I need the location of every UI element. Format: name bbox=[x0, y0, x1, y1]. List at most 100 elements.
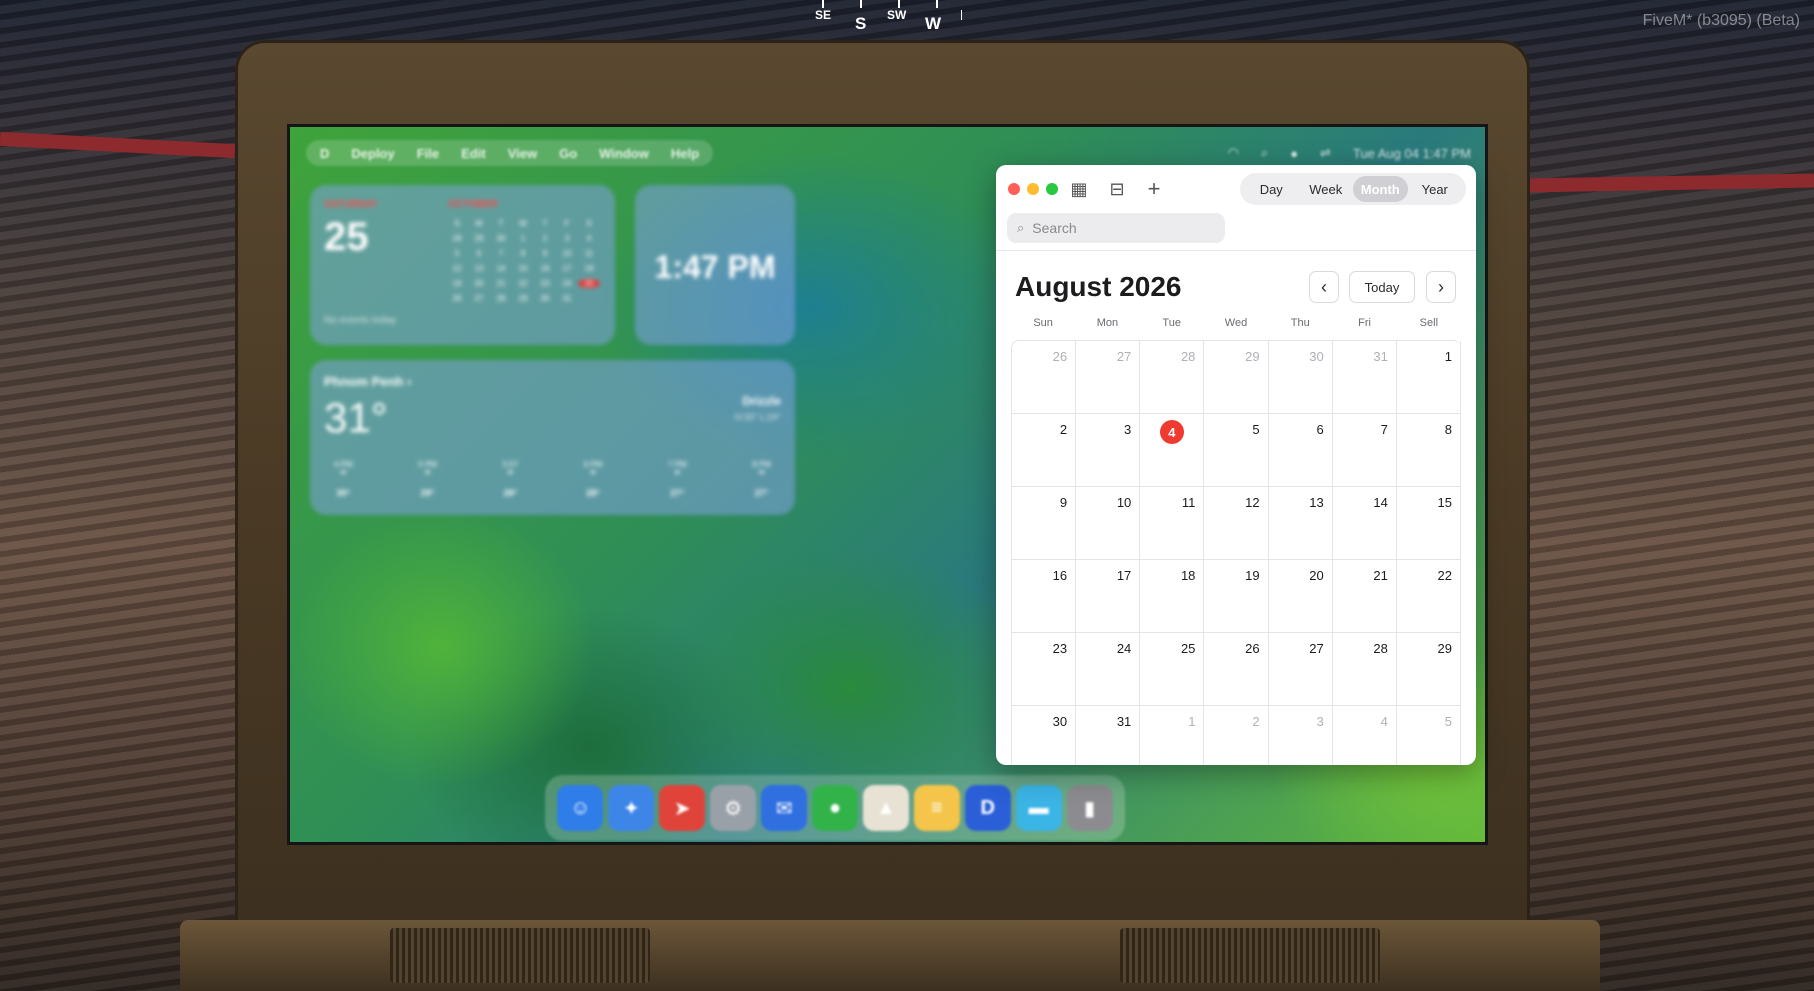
widget-day-name: SATURDAY bbox=[324, 199, 378, 210]
menu-item-view[interactable]: View bbox=[508, 146, 537, 161]
day-cell-today[interactable]: 4 bbox=[1140, 414, 1205, 487]
day-cell[interactable]: 31 bbox=[1332, 341, 1397, 414]
day-cell[interactable]: 18 bbox=[1140, 560, 1205, 633]
dock-app-finder-icon[interactable]: ☺ bbox=[557, 785, 604, 831]
wifi-icon[interactable]: ◠ bbox=[1228, 145, 1239, 161]
day-cell[interactable]: 26 bbox=[1204, 633, 1269, 706]
dock-app-deploy-icon[interactable]: D bbox=[964, 785, 1011, 831]
day-number: 22 bbox=[1437, 568, 1452, 583]
menu-bar-clock[interactable]: Tue Aug 04 1:47 PM bbox=[1353, 146, 1471, 161]
speaker-grill bbox=[1120, 928, 1380, 983]
dock-app-mail-icon[interactable]: ✉ bbox=[761, 785, 808, 831]
day-cell[interactable]: 4 bbox=[1333, 706, 1397, 765]
view-week-button[interactable]: Week bbox=[1299, 176, 1354, 202]
menu-item-edit[interactable]: Edit bbox=[461, 146, 486, 161]
dock-app-settings-icon[interactable]: ⚙ bbox=[710, 785, 757, 831]
day-cell[interactable]: 8 bbox=[1396, 414, 1461, 487]
day-cell[interactable]: 22 bbox=[1396, 560, 1461, 633]
day-cell[interactable]: 28 bbox=[1332, 633, 1397, 706]
mini-day: 21 bbox=[496, 279, 506, 288]
menu-item-deploy[interactable]: Deploy bbox=[351, 146, 394, 161]
day-cell[interactable]: 31 bbox=[1076, 706, 1141, 765]
dock-app-notes-icon[interactable]: ≡ bbox=[913, 785, 960, 831]
day-cell[interactable]: 25 bbox=[1140, 633, 1205, 706]
day-cell[interactable]: 7 bbox=[1332, 414, 1397, 487]
mini-day: 23 bbox=[540, 279, 550, 288]
day-cell[interactable]: 17 bbox=[1076, 560, 1141, 633]
dock-app-rocket-icon[interactable]: ➤ bbox=[659, 785, 706, 831]
day-cell[interactable]: 2 bbox=[1204, 706, 1269, 765]
day-cell[interactable]: 16 bbox=[1012, 560, 1077, 633]
day-cell[interactable]: 9 bbox=[1012, 487, 1077, 560]
day-cell[interactable]: 30 bbox=[1012, 706, 1077, 765]
mini-day: 7 bbox=[498, 249, 504, 258]
menu-item-file[interactable]: File bbox=[417, 146, 439, 161]
weekday-label: Sell bbox=[1419, 317, 1439, 329]
weather-hour-temp: 28° bbox=[503, 488, 518, 498]
today-button[interactable]: Today bbox=[1349, 271, 1415, 303]
cloud-rain-icon: ☂ bbox=[673, 469, 681, 478]
weather-widget[interactable]: Phnom Penh › 31° Drizzle H:33° L:24° 4 P… bbox=[310, 360, 795, 515]
day-cell[interactable]: 30 bbox=[1268, 341, 1333, 414]
clock-widget[interactable]: 1:47 PM bbox=[635, 185, 795, 345]
view-month-button[interactable]: Month bbox=[1353, 176, 1408, 202]
previous-month-button[interactable]: ‹ bbox=[1309, 271, 1339, 303]
day-cell[interactable]: 21 bbox=[1332, 560, 1397, 633]
calendar-widget[interactable]: SATURDAY 25 No events today OCTOBER SMTW… bbox=[310, 185, 615, 345]
day-cell[interactable]: 1 bbox=[1140, 706, 1205, 765]
day-cell[interactable]: 29 bbox=[1396, 633, 1461, 706]
day-cell[interactable]: 11 bbox=[1140, 487, 1205, 560]
day-number: 31 bbox=[1116, 714, 1132, 729]
day-cell[interactable]: 5 bbox=[1397, 706, 1461, 765]
road-stripe-right bbox=[1524, 173, 1814, 193]
day-number: 26 bbox=[1052, 349, 1068, 364]
weather-hour-temp: 27° bbox=[670, 488, 685, 498]
day-cell[interactable]: 14 bbox=[1332, 487, 1397, 560]
close-button[interactable] bbox=[1008, 183, 1020, 195]
day-cell[interactable]: 5 bbox=[1204, 414, 1269, 487]
day-cell[interactable]: 2 bbox=[1012, 414, 1077, 487]
day-cell[interactable]: 23 bbox=[1012, 633, 1077, 706]
menu-item-window[interactable]: Window bbox=[599, 146, 649, 161]
day-cell[interactable]: 15 bbox=[1396, 487, 1461, 560]
widget-month-name: OCTOBER bbox=[448, 199, 498, 210]
weekday-header: Sun Mon Tue Wed Thu Fri Sell bbox=[1011, 317, 1461, 329]
search-input[interactable] bbox=[1032, 220, 1203, 236]
control-center-icon[interactable]: ⇌ bbox=[1320, 145, 1331, 161]
next-month-button[interactable]: › bbox=[1426, 271, 1456, 303]
calendar-list-icon[interactable]: ▦ bbox=[1067, 177, 1091, 201]
day-cell[interactable]: 13 bbox=[1268, 487, 1333, 560]
zoom-button[interactable] bbox=[1046, 183, 1058, 195]
search-icon[interactable]: ⌕ bbox=[1261, 145, 1268, 161]
dock-app-trash-icon[interactable]: ▮ bbox=[1066, 785, 1113, 831]
view-year-button[interactable]: Year bbox=[1408, 176, 1463, 202]
dock-app-messages-icon[interactable]: ● bbox=[811, 785, 858, 831]
day-cell[interactable]: 6 bbox=[1268, 414, 1333, 487]
day-cell[interactable]: 29 bbox=[1204, 341, 1269, 414]
day-cell[interactable]: 10 bbox=[1076, 487, 1141, 560]
add-event-icon[interactable]: + bbox=[1142, 176, 1166, 201]
menu-item-go[interactable]: Go bbox=[559, 146, 577, 161]
apple-menu-logo[interactable]: D bbox=[320, 146, 329, 161]
day-cell[interactable]: 1 bbox=[1396, 341, 1461, 414]
day-cell[interactable]: 28 bbox=[1140, 341, 1205, 414]
user-icon[interactable]: ● bbox=[1290, 146, 1298, 161]
dock-app-safari-icon[interactable]: ✦ bbox=[608, 785, 655, 831]
day-cell[interactable]: 20 bbox=[1268, 560, 1333, 633]
day-cell[interactable]: 27 bbox=[1268, 633, 1333, 706]
view-day-button[interactable]: Day bbox=[1244, 176, 1299, 202]
day-cell[interactable]: 24 bbox=[1076, 633, 1141, 706]
menu-item-help[interactable]: Help bbox=[671, 146, 699, 161]
dock-app-maps-icon[interactable]: ▲ bbox=[862, 785, 909, 831]
day-cell[interactable]: 27 bbox=[1076, 341, 1141, 414]
day-cell[interactable]: 12 bbox=[1204, 487, 1269, 560]
day-cell[interactable]: 3 bbox=[1076, 414, 1141, 487]
day-cell[interactable]: 3 bbox=[1269, 706, 1333, 765]
compass-label: S bbox=[855, 14, 867, 33]
dock-app-folder-icon[interactable]: ▬ bbox=[1015, 785, 1062, 831]
day-cell[interactable]: 19 bbox=[1204, 560, 1269, 633]
inbox-icon[interactable]: ⊟ bbox=[1105, 177, 1129, 201]
day-cell[interactable]: 26 bbox=[1012, 341, 1077, 414]
weekday-label: Wed bbox=[1224, 317, 1248, 329]
minimize-button[interactable] bbox=[1027, 183, 1039, 195]
